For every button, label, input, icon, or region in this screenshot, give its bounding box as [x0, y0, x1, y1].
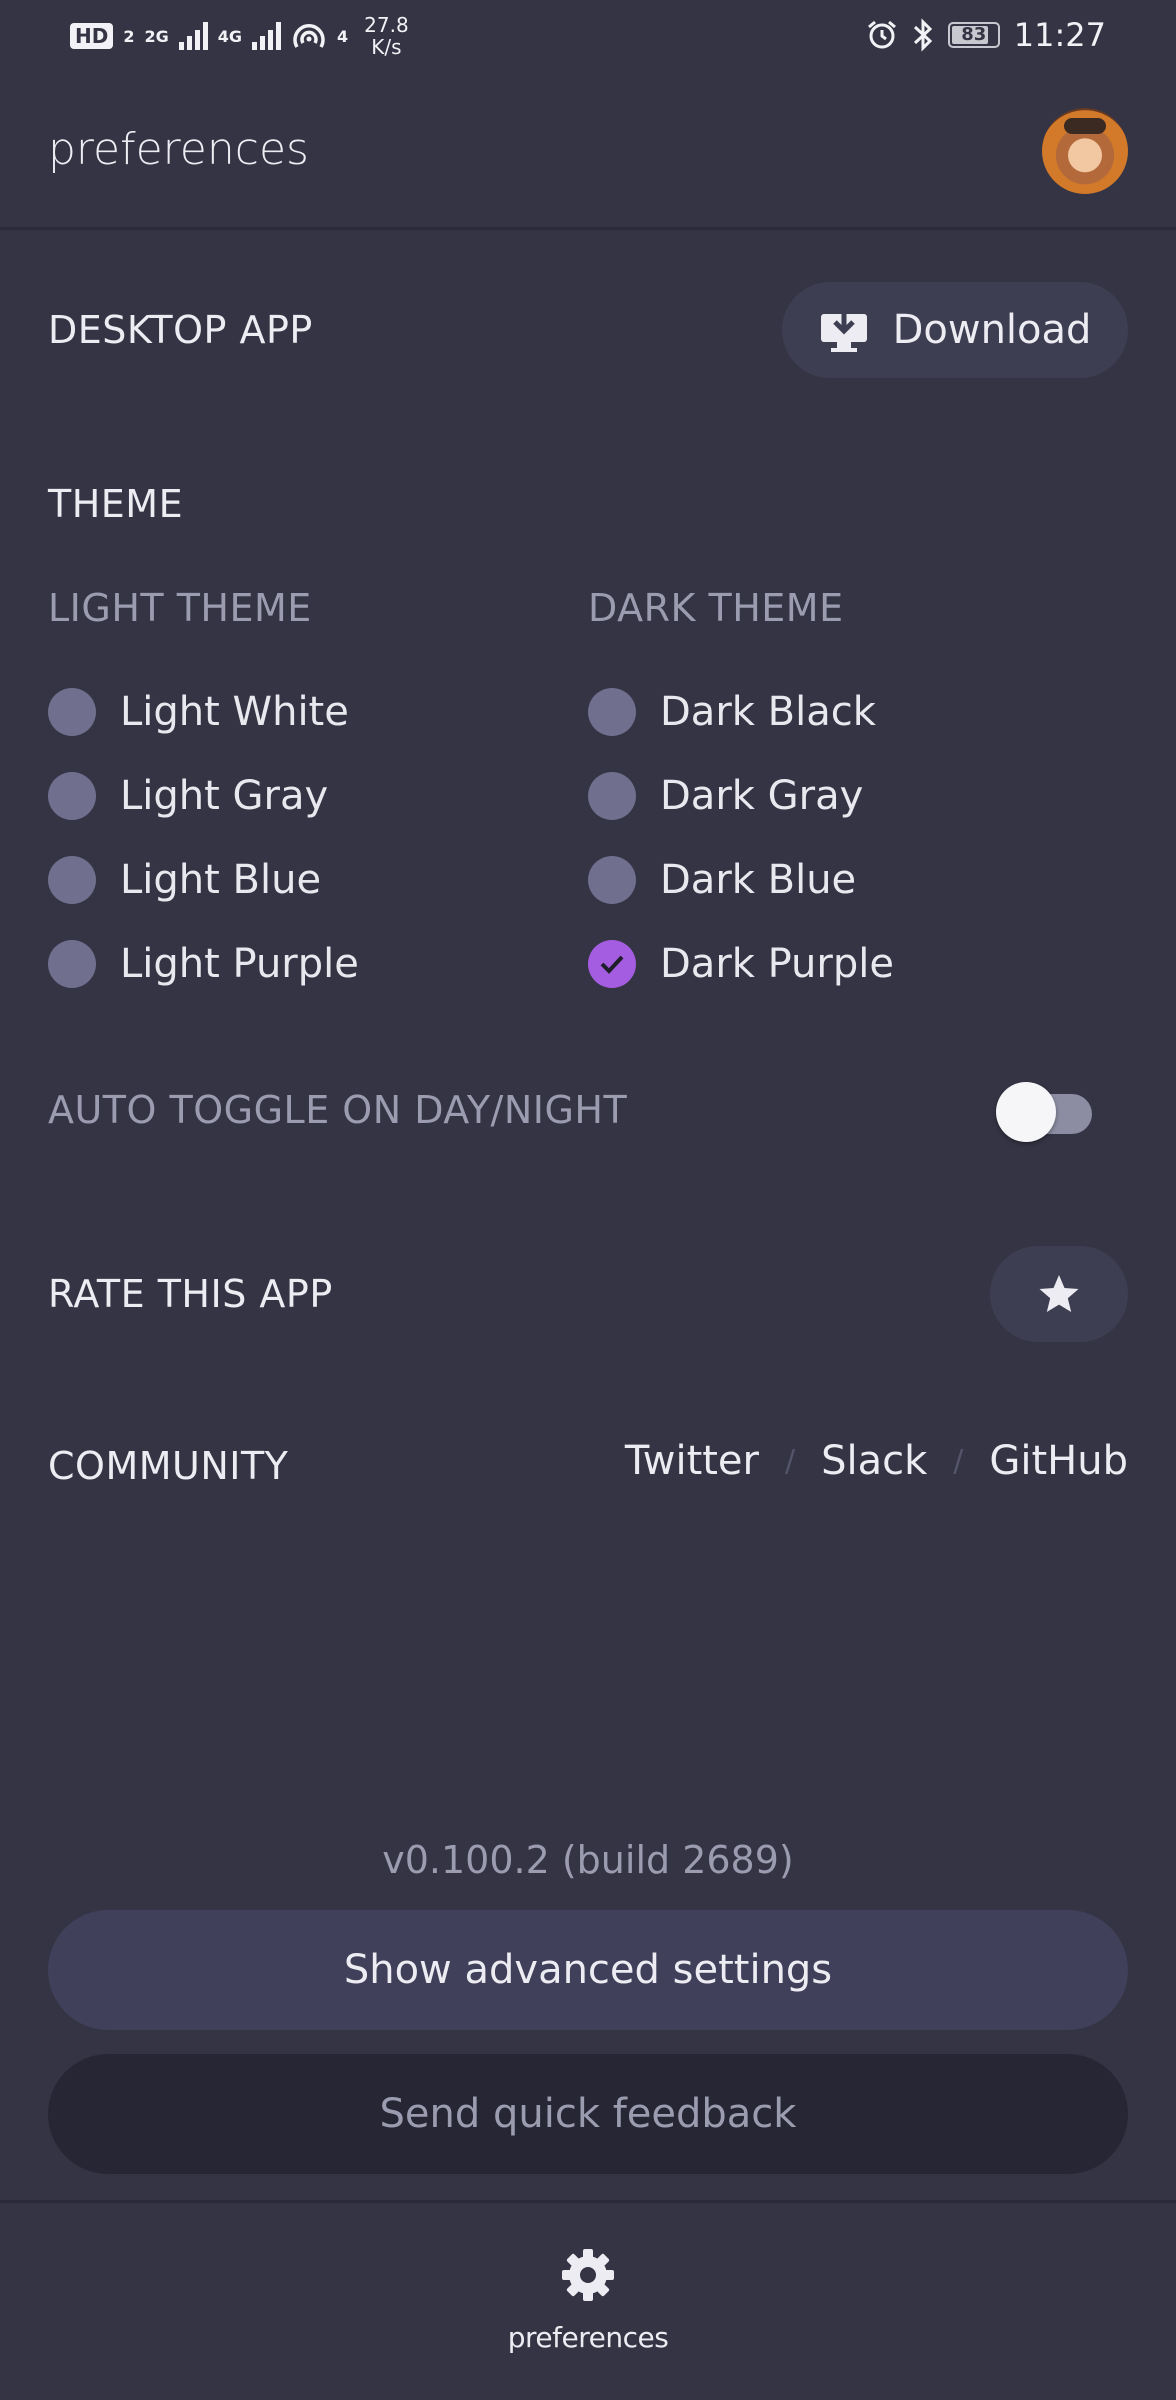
hotspot-count: 4	[337, 26, 349, 46]
theme-option-label: Dark Blue	[660, 857, 857, 903]
twitter-link[interactable]: Twitter	[625, 1438, 759, 1484]
theme-option-label: Dark Black	[660, 689, 876, 735]
theme-option-label: Light White	[120, 689, 349, 735]
send-quick-feedback-label: Send quick feedback	[379, 2091, 797, 2137]
theme-option-light-purple[interactable]: Light Purple	[48, 940, 359, 988]
show-advanced-settings-label: Show advanced settings	[343, 1947, 833, 1993]
nav-item-preferences[interactable]: preferences	[488, 2247, 688, 2354]
slack-link[interactable]: Slack	[821, 1438, 927, 1484]
star-icon	[1039, 1275, 1079, 1312]
theme-option-dark-purple[interactable]: Dark Purple	[588, 940, 894, 988]
clock: 11:27	[1013, 16, 1106, 54]
radio-unselected-icon[interactable]	[588, 856, 636, 904]
sim1-type: 2G	[144, 26, 169, 46]
speed-value: 27.8	[364, 13, 409, 37]
page-title: preferences	[48, 124, 309, 175]
send-quick-feedback-button[interactable]: Send quick feedback	[48, 2054, 1128, 2174]
sim2-type: 4G	[217, 26, 243, 46]
radio-unselected-icon[interactable]	[48, 688, 96, 736]
theme-option-label: Light Purple	[120, 941, 359, 987]
theme-option-dark-gray[interactable]: Dark Gray	[588, 772, 863, 820]
status-bar: HD 2 2G 4G 4 27.8 K/s 83 11:27	[0, 0, 1176, 72]
auto-toggle-switch[interactable]	[996, 1082, 1096, 1142]
download-button[interactable]: Download	[782, 282, 1128, 378]
download-icon	[820, 308, 867, 352]
link-separator: /	[784, 1443, 796, 1479]
download-label: Download	[892, 307, 1092, 353]
github-link[interactable]: GitHub	[989, 1438, 1128, 1484]
theme-option-light-gray[interactable]: Light Gray	[48, 772, 328, 820]
checkmark-icon	[600, 955, 624, 974]
link-separator: /	[953, 1443, 964, 1479]
theme-option-label: Light Gray	[120, 773, 329, 819]
show-advanced-settings-button[interactable]: Show advanced settings	[48, 1910, 1128, 2030]
radio-checked-icon[interactable]	[588, 940, 636, 988]
theme-option-dark-black[interactable]: Dark Black	[588, 688, 876, 736]
radio-unselected-icon[interactable]	[588, 772, 636, 820]
signal-1-icon	[178, 22, 208, 50]
avatar[interactable]	[1042, 108, 1128, 194]
bluetooth-icon	[913, 18, 932, 52]
radio-unselected-icon[interactable]	[48, 772, 96, 820]
theme-option-dark-blue[interactable]: Dark Blue	[588, 856, 856, 904]
radio-unselected-icon[interactable]	[588, 688, 636, 736]
alarm-icon	[867, 20, 896, 49]
theme-label: THEME	[48, 482, 184, 526]
theme-option-label: Dark Gray	[660, 773, 864, 819]
dark-theme-header: DARK THEME	[588, 586, 844, 630]
community-links: Twitter / Slack / GitHub	[625, 1438, 1128, 1484]
hotspot-icon	[293, 24, 325, 48]
status-bar-right: 83 11:27	[866, 16, 1106, 54]
battery-level: 83	[961, 24, 987, 45]
community-label: COMMUNITY	[48, 1444, 289, 1488]
desktop-app-label: DESKTOP APP	[48, 308, 313, 352]
rate-app-label: RATE THIS APP	[48, 1272, 333, 1316]
gear-icon	[562, 2249, 614, 2301]
rate-app-button[interactable]	[990, 1246, 1128, 1342]
theme-option-light-white[interactable]: Light White	[48, 688, 349, 736]
toggle-knob	[996, 1082, 1056, 1142]
nav-item-label: preferences	[507, 2321, 669, 2354]
status-bar-left: HD 2 2G 4G 4 27.8 K/s	[70, 14, 409, 58]
app-header: preferences	[0, 72, 1176, 230]
light-theme-header: LIGHT THEME	[48, 586, 312, 630]
hd-badge: HD	[70, 23, 114, 49]
preferences-screen: HD 2 2G 4G 4 27.8 K/s 83 11:27 preferenc…	[0, 0, 1176, 2400]
theme-option-label: Dark Purple	[660, 941, 894, 987]
bottom-navigation: preferences	[0, 2200, 1176, 2400]
radio-unselected-icon[interactable]	[48, 940, 96, 988]
radio-unselected-icon[interactable]	[48, 856, 96, 904]
signal-2-icon	[252, 22, 282, 50]
theme-option-light-blue[interactable]: Light Blue	[48, 856, 321, 904]
theme-option-label: Light Blue	[120, 857, 322, 903]
speed-unit: K/s	[371, 35, 402, 59]
auto-toggle-label: AUTO TOGGLE ON DAY/NIGHT	[48, 1088, 628, 1132]
hd-badge-sub: 2	[123, 26, 135, 46]
battery-icon: 83	[947, 22, 1000, 48]
network-speed: 27.8 K/s	[364, 14, 409, 58]
version-text: v0.100.2 (build 2689)	[382, 1838, 794, 1882]
